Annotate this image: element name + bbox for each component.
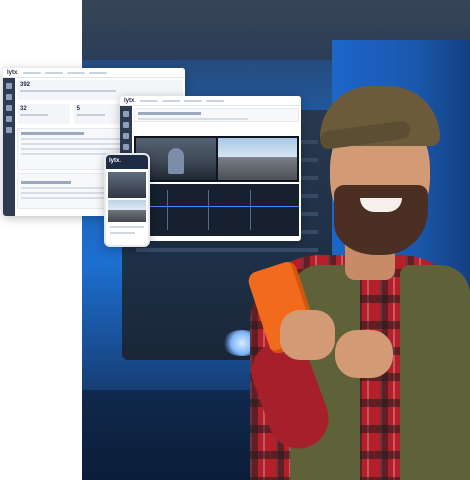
vest-right	[400, 265, 470, 480]
road-camera	[217, 138, 297, 180]
event-timeline	[134, 184, 299, 236]
lytx-logo: lytx.	[124, 97, 137, 104]
mobile-header: lytx.	[106, 155, 148, 169]
dashboard-topbar: lytx.	[3, 68, 185, 78]
mobile-app-mockup: lytx.	[104, 153, 150, 247]
mobile-inward-camera	[108, 172, 146, 198]
lytx-logo: lytx.	[7, 69, 20, 76]
event-info	[134, 108, 299, 122]
right-hand	[335, 330, 393, 378]
mobile-road-camera	[108, 200, 146, 222]
left-hand	[280, 310, 335, 360]
stat-card: 5	[73, 104, 127, 124]
dashboard-sidebar	[3, 78, 15, 216]
camera-feeds	[134, 136, 299, 182]
stat-card: 32	[17, 104, 70, 124]
beard	[334, 185, 428, 255]
video-topbar: lytx.	[120, 96, 301, 106]
lytx-logo: lytx.	[109, 158, 122, 164]
